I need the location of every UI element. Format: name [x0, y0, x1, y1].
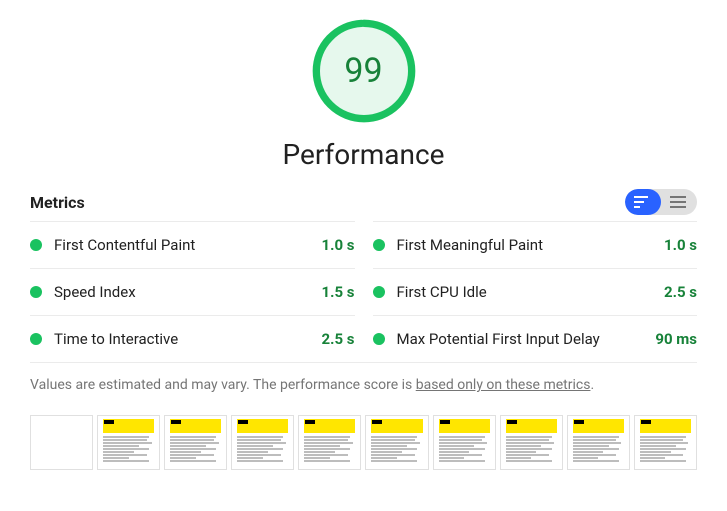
disclaimer-text: Values are estimated and may vary. The p…: [30, 362, 697, 393]
metric-value: 2.5 s: [322, 330, 355, 348]
filmstrip-thumb: [30, 415, 93, 470]
metric-value: 90 ms: [655, 330, 697, 348]
status-dot-icon: [373, 333, 385, 345]
status-dot-icon: [373, 239, 385, 251]
filmstrip-thumb: [231, 415, 294, 470]
view-toggle: [625, 189, 697, 215]
toggle-compact-icon[interactable]: [661, 189, 697, 215]
metric-name: Max Potential First Input Delay: [397, 330, 600, 348]
filmstrip-thumb: [97, 415, 160, 470]
filmstrip-thumb: [634, 415, 697, 470]
filmstrip-thumb: [365, 415, 428, 470]
category-title: Performance: [283, 138, 445, 171]
metric-name: Speed Index: [54, 283, 136, 301]
metrics-heading: Metrics: [30, 193, 85, 212]
filmstrip: [30, 415, 697, 470]
score-gauge-section: 99 Performance: [30, 16, 697, 171]
metric-name: First Contentful Paint: [54, 236, 195, 254]
filmstrip-thumb: [298, 415, 361, 470]
metric-value: 1.5 s: [322, 283, 355, 301]
metric-row: First Meaningful Paint 1.0 s: [373, 221, 698, 268]
metric-row: Speed Index 1.5 s: [30, 268, 355, 315]
metric-name: First Meaningful Paint: [397, 236, 543, 254]
disclaimer-prefix: Values are estimated and may vary. The p…: [30, 377, 416, 393]
toggle-detailed-icon[interactable]: [625, 189, 661, 215]
metric-row: First CPU Idle 2.5 s: [373, 268, 698, 315]
filmstrip-thumb: [567, 415, 630, 470]
metrics-grid: First Contentful Paint 1.0 s First Meani…: [30, 221, 697, 362]
metric-value: 1.0 s: [664, 236, 697, 254]
status-dot-icon: [30, 333, 42, 345]
metric-value: 1.0 s: [322, 236, 355, 254]
metric-name: First CPU Idle: [397, 283, 487, 301]
metric-row: First Contentful Paint 1.0 s: [30, 221, 355, 268]
filmstrip-thumb: [433, 415, 496, 470]
disclaimer-suffix: .: [590, 377, 594, 393]
status-dot-icon: [30, 286, 42, 298]
metric-row: Time to Interactive 2.5 s: [30, 315, 355, 362]
status-dot-icon: [373, 286, 385, 298]
metric-value: 2.5 s: [664, 283, 697, 301]
metric-row: Max Potential First Input Delay 90 ms: [373, 315, 698, 362]
score-value: 99: [309, 16, 419, 126]
disclaimer-link[interactable]: based only on these metrics: [416, 377, 591, 393]
filmstrip-thumb: [164, 415, 227, 470]
score-gauge: 99: [309, 16, 419, 126]
metric-name: Time to Interactive: [54, 330, 178, 348]
filmstrip-thumb: [500, 415, 563, 470]
status-dot-icon: [30, 239, 42, 251]
